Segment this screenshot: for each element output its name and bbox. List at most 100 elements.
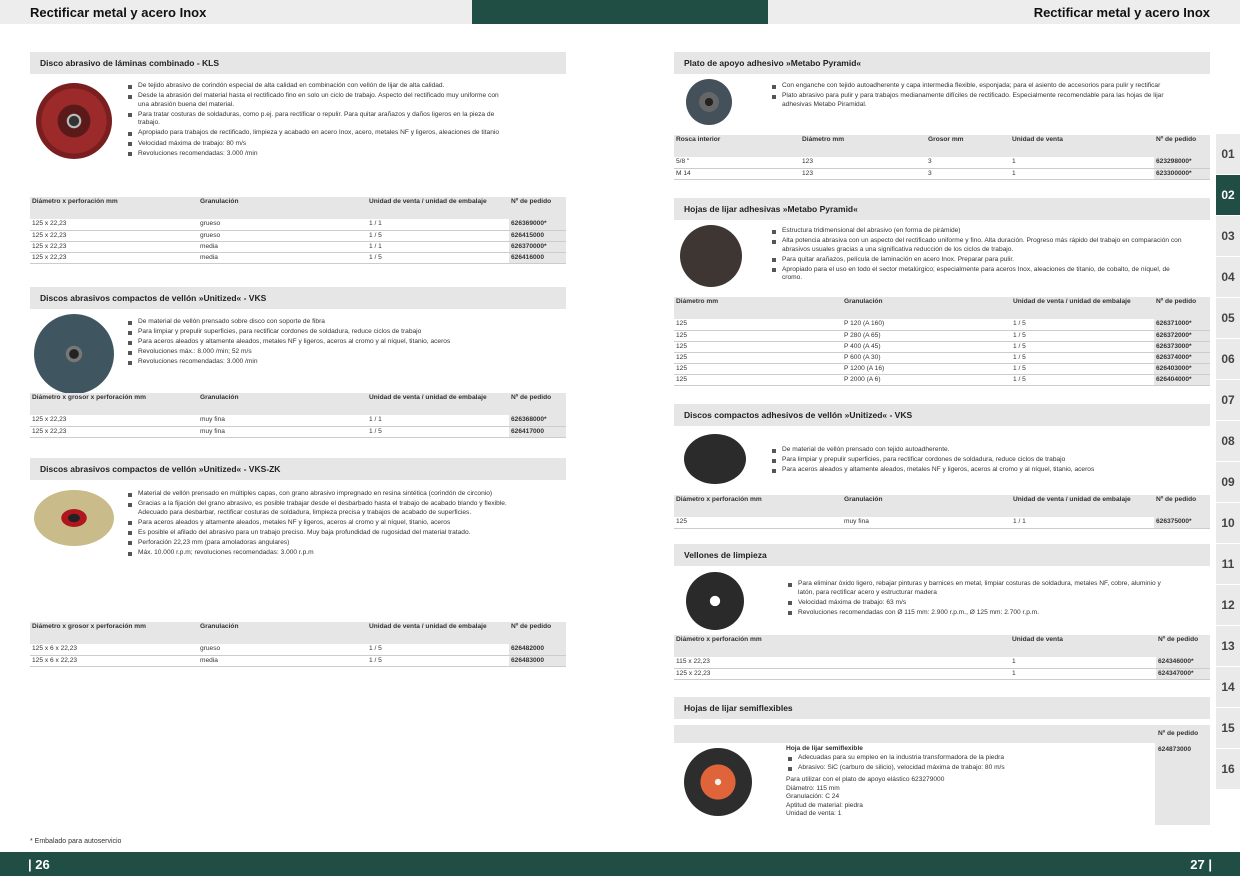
cell: 5/8 " (674, 157, 800, 169)
tab-16[interactable]: 16 (1216, 749, 1240, 790)
kls-disc-image (36, 83, 112, 159)
column-header: Diámetro mm (674, 297, 842, 319)
plato-disc-image (686, 79, 732, 125)
detail-line: Aptitud de material: piedra (786, 801, 863, 809)
column-header: Rosca interior (674, 135, 800, 157)
detail-line: Para utilizar con el plato de apoyo elás… (786, 776, 945, 783)
section-title: Discos abrasivos compactos de vellón »Un… (30, 287, 566, 309)
column-header: Nº de pedido (509, 197, 566, 219)
vks-adhesive-table: Diámetro x perforación mm Granulación Unid… (674, 495, 1210, 529)
tab-10[interactable]: 10 (1216, 503, 1240, 544)
order-number: 624347000* (1156, 668, 1210, 680)
section-vks: Discos abrasivos compactos de vellón »Un… (30, 287, 566, 309)
column-header: Granulación (198, 393, 367, 415)
tab-15[interactable]: 15 (1216, 708, 1240, 749)
cell: grueso (198, 219, 367, 231)
semi-disc-image (684, 748, 752, 816)
cell: 123 (800, 168, 926, 180)
feature-item: De material de vellón prensado sobre dis… (126, 318, 506, 327)
cell: 1 / 1 (367, 219, 509, 231)
vellones-features: Para eliminar óxido ligero, rebajar pint… (786, 580, 1176, 619)
tab-01[interactable]: 01 (1216, 134, 1240, 175)
order-number: 626403000* (1154, 363, 1210, 375)
table-row: M 14 123 3 1 623300000* (674, 168, 1210, 180)
column-header: Unidad de venta (1010, 635, 1156, 657)
tab-04[interactable]: 04 (1216, 257, 1240, 298)
hojas-disc-image (680, 225, 742, 287)
vks-adhesive-features: De material de vellón prensado con tejid… (770, 446, 1190, 476)
cell: muy fina (842, 517, 1011, 529)
tab-09[interactable]: 09 (1216, 462, 1240, 503)
section-title: Hojas de lijar adhesivas »Metabo Pyramid… (674, 198, 1210, 220)
cell: 1 (1010, 157, 1154, 169)
table-row: 125 x 6 x 22,23 media 1 / 5 626483000 (30, 655, 566, 667)
footnote: * Embalado para autoservicio (30, 838, 122, 845)
cell: 1 / 5 (1011, 319, 1154, 331)
feature-item: Para tratar costuras de soldaduras, como… (126, 111, 506, 128)
order-number: 624873000 (1158, 746, 1192, 753)
order-number: 626375000* (1154, 517, 1210, 529)
feature-item: Material de vellón prensado en múltiples… (126, 490, 511, 499)
tab-11[interactable]: 11 (1216, 544, 1240, 585)
cell: 125 x 6 x 22,23 (30, 655, 198, 667)
order-number: 624346000* (1156, 657, 1210, 669)
column-header: Nº de pedido (1158, 730, 1199, 737)
cell: 1 / 5 (367, 426, 509, 438)
semi-order-column (1155, 728, 1210, 825)
cell: 125 x 22,23 (674, 668, 1010, 680)
cell: 1 / 1 (1011, 517, 1154, 529)
tab-07[interactable]: 07 (1216, 380, 1240, 421)
tab-14[interactable]: 14 (1216, 667, 1240, 708)
detail-line: Granulación: C 24 (786, 793, 840, 801)
header-left: Rectificar metal y acero Inox (0, 0, 472, 24)
tab-05[interactable]: 05 (1216, 298, 1240, 339)
page-number-left: | 26 (28, 856, 50, 872)
header-right: Rectificar metal y acero Inox (768, 0, 1240, 24)
cell: 1 / 5 (1011, 330, 1154, 342)
cell: 1 / 5 (1011, 341, 1154, 353)
tab-02[interactable]: 02 (1216, 175, 1240, 216)
feature-item: Apropiado para trabajos de rectificado, … (126, 129, 506, 138)
column-header: Nº de pedido (509, 622, 566, 644)
table-row: 125 P 120 (A 160) 1 / 5 626371000* (674, 319, 1210, 331)
column-header: Unidad de venta / unidad de embalaje (1011, 297, 1154, 319)
section-title: Discos abrasivos compactos de vellón »Un… (30, 458, 566, 480)
feature-item: Para limpiar y prepulir superficies, par… (770, 456, 1190, 465)
order-number: 626415000 (509, 230, 566, 242)
tab-13[interactable]: 13 (1216, 626, 1240, 667)
kls-table: Diámetro x perforación mm Granulación Unid… (30, 197, 566, 264)
column-header: Granulación (842, 297, 1011, 319)
column-header: Diámetro x grosor x perforación mm (30, 622, 198, 644)
feature-item: Para limpiar y prepulir superficies, par… (126, 328, 506, 337)
cell: 1 / 1 (367, 415, 509, 427)
vellones-disc-image (686, 572, 744, 630)
column-header: Unidad de venta / unidad de embalaje (1011, 495, 1154, 517)
table-row: 125 P 280 (A 65) 1 / 5 626372000* (674, 330, 1210, 342)
semi-header-band (674, 725, 1210, 743)
order-number: 623298000* (1154, 157, 1210, 169)
section-kls: Disco abrasivo de láminas combinado - KL… (30, 52, 566, 74)
feature-item: Revoluciones recomendadas con Ø 115 mm: … (786, 609, 1176, 618)
tab-08[interactable]: 08 (1216, 421, 1240, 462)
feature-item: Perforación 22,23 mm (para amoladoras an… (126, 539, 511, 548)
tab-12[interactable]: 12 (1216, 585, 1240, 626)
tab-03[interactable]: 03 (1216, 216, 1240, 257)
cell: muy fina (198, 415, 367, 427)
detail-line: Diámetro: 115 mm (786, 784, 840, 792)
vks-zk-features: Material de vellón prensado en múltiples… (126, 490, 511, 559)
hojas-features: Estructura tridimensional del abrasivo (… (770, 227, 1190, 285)
header-left-title: Rectificar metal y acero Inox (30, 4, 207, 20)
feature-item: Para aceros aleados y altamente aleados,… (126, 338, 506, 347)
cell: 1 / 5 (367, 252, 509, 264)
feature-item: Para aceros aleados y altamente aleados,… (770, 466, 1190, 475)
table-row: 125 P 2000 (A 6) 1 / 5 626404000* (674, 374, 1210, 386)
feature-item: Máx. 10.000 r.p.m; revoluciones recomend… (126, 549, 511, 558)
table-row: 125 x 22,23 media 1 / 5 626416000 (30, 252, 566, 264)
tab-06[interactable]: 06 (1216, 339, 1240, 380)
table-row: 125 x 22,23 grueso 1 / 1 626369000* (30, 219, 566, 231)
column-header: Nº de pedido (1156, 635, 1210, 657)
table-row: 125 x 22,23 muy fina 1 / 1 626368000* (30, 415, 566, 427)
column-header: Grosor mm (926, 135, 1010, 157)
cell: grueso (198, 644, 367, 656)
cell: 1 / 5 (1011, 363, 1154, 375)
